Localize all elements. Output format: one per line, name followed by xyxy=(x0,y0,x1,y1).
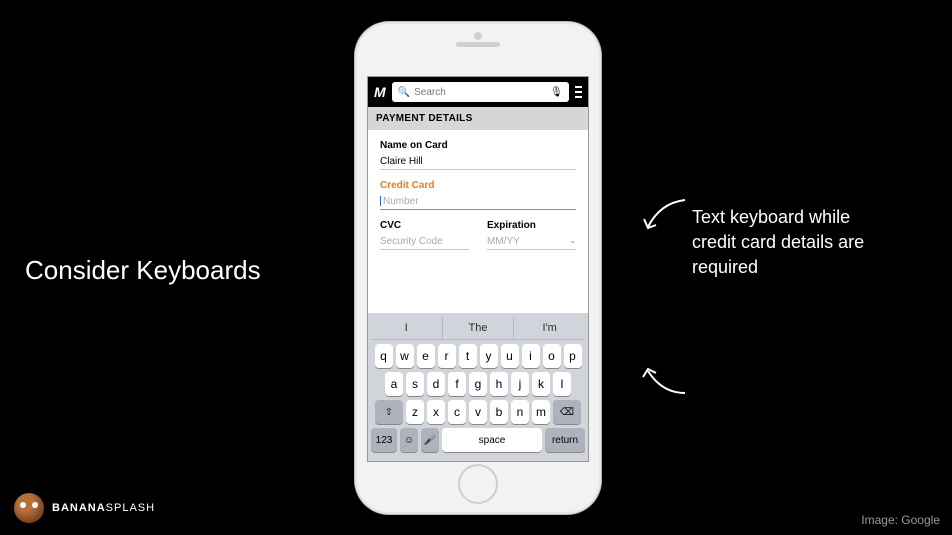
key-r[interactable]: r xyxy=(438,344,456,368)
key-h[interactable]: h xyxy=(490,372,508,396)
key-row-4: 123 ☺ 🎤 space return xyxy=(371,428,585,452)
ios-keyboard: I The I'm qwertyuiop asdfghjkl ⇧zxcvbnm⌫… xyxy=(368,313,588,461)
exp-label: Expiration xyxy=(487,220,576,231)
key-l[interactable]: l xyxy=(553,372,571,396)
key-f[interactable]: f xyxy=(448,372,466,396)
emoji-key[interactable]: ☺ xyxy=(400,428,418,452)
suggestion-1[interactable]: I xyxy=(371,317,443,339)
key-q[interactable]: q xyxy=(375,344,393,368)
key-c[interactable]: c xyxy=(448,400,466,424)
key-o[interactable]: o xyxy=(543,344,561,368)
shift-key[interactable]: ⇧ xyxy=(375,400,403,424)
key-b[interactable]: b xyxy=(490,400,508,424)
payment-form: Name on Card Claire Hill Credit Card Num… xyxy=(368,130,588,266)
key-u[interactable]: u xyxy=(501,344,519,368)
key-g[interactable]: g xyxy=(469,372,487,396)
home-button-icon xyxy=(458,464,498,504)
suggestion-bar: I The I'm xyxy=(371,317,585,340)
cc-label: Credit Card xyxy=(380,180,576,191)
name-label: Name on Card xyxy=(380,140,576,151)
app-logo[interactable]: M xyxy=(374,84,386,100)
key-z[interactable]: z xyxy=(406,400,424,424)
key-i[interactable]: i xyxy=(522,344,540,368)
numbers-key[interactable]: 123 xyxy=(371,428,397,452)
image-credit: Image: Google xyxy=(861,513,940,527)
suggestion-3[interactable]: I'm xyxy=(514,317,585,339)
monkey-icon xyxy=(14,493,44,523)
arrow-bottom-icon xyxy=(640,365,690,400)
credit-card-field[interactable]: Credit Card Number xyxy=(380,180,576,210)
phone-screen: M 🔍 🎙 PAYMENT DETAILS Name on Card Clair… xyxy=(367,76,589,462)
key-row-2: asdfghjkl xyxy=(371,372,585,396)
arrow-top-icon xyxy=(640,195,690,235)
key-row-1: qwertyuiop xyxy=(371,344,585,368)
key-e[interactable]: e xyxy=(417,344,435,368)
brand-text: BANANASPLASH xyxy=(52,502,155,514)
key-y[interactable]: y xyxy=(480,344,498,368)
mic-icon[interactable]: 🎙 xyxy=(550,87,563,98)
name-field[interactable]: Name on Card Claire Hill xyxy=(380,140,576,170)
cvc-input[interactable]: Security Code xyxy=(380,234,469,250)
key-w[interactable]: w xyxy=(396,344,414,368)
phone-frame: M 🔍 🎙 PAYMENT DETAILS Name on Card Clair… xyxy=(355,22,601,514)
app-topbar: M 🔍 🎙 xyxy=(368,77,588,107)
key-row-3: ⇧zxcvbnm⌫ xyxy=(371,400,585,424)
exp-input[interactable]: MM/YY⌄ xyxy=(487,234,576,250)
chevron-down-icon: ⌄ xyxy=(569,236,576,245)
expiration-field[interactable]: Expiration MM/YY⌄ xyxy=(487,220,576,250)
dictation-key[interactable]: 🎤 xyxy=(421,428,439,452)
annotation-text: Text keyboard while credit card details … xyxy=(692,205,872,281)
search-icon: 🔍 xyxy=(398,87,410,98)
key-p[interactable]: p xyxy=(564,344,582,368)
cvc-label: CVC xyxy=(380,220,469,231)
key-d[interactable]: d xyxy=(427,372,445,396)
backspace-key[interactable]: ⌫ xyxy=(553,400,581,424)
suggestion-2[interactable]: The xyxy=(443,317,515,339)
hamburger-icon[interactable] xyxy=(575,86,582,98)
key-s[interactable]: s xyxy=(406,372,424,396)
key-n[interactable]: n xyxy=(511,400,529,424)
space-key[interactable]: space xyxy=(442,428,542,452)
brand-badge: BANANASPLASH xyxy=(14,493,155,523)
search-box[interactable]: 🔍 🎙 xyxy=(392,82,569,102)
key-k[interactable]: k xyxy=(532,372,550,396)
name-value[interactable]: Claire Hill xyxy=(380,154,576,170)
return-key[interactable]: return xyxy=(545,428,585,452)
key-j[interactable]: j xyxy=(511,372,529,396)
key-v[interactable]: v xyxy=(469,400,487,424)
key-a[interactable]: a xyxy=(385,372,403,396)
cvc-field[interactable]: CVC Security Code xyxy=(380,220,469,250)
slide-title: Consider Keyboards xyxy=(25,255,261,286)
key-m[interactable]: m xyxy=(532,400,550,424)
search-input[interactable] xyxy=(414,87,546,98)
key-x[interactable]: x xyxy=(427,400,445,424)
section-header: PAYMENT DETAILS xyxy=(368,107,588,130)
key-t[interactable]: t xyxy=(459,344,477,368)
cc-input[interactable]: Number xyxy=(380,194,576,210)
